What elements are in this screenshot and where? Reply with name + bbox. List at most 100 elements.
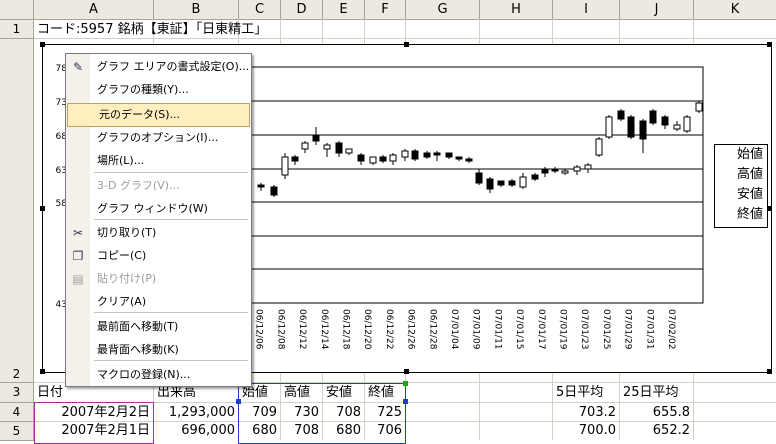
- x-tick-label: 07/01/09: [471, 309, 481, 350]
- candle-body: [508, 180, 516, 186]
- menu-item[interactable]: ❐ コピー(C): [66, 245, 251, 267]
- resize-handle[interactable]: [404, 42, 409, 47]
- x-tick-label: 07/01/17: [536, 309, 546, 349]
- col-header-g[interactable]: G: [406, 0, 480, 19]
- menu-item-label: 切り取り(T): [97, 226, 157, 239]
- cell-avg5[interactable]: 700.0: [553, 421, 616, 440]
- chart-legend[interactable]: 始値 高値 安値 終値: [714, 144, 768, 228]
- candle-body: [465, 158, 473, 162]
- menu-item-label: クリア(A): [97, 295, 147, 308]
- candle-body: [573, 166, 581, 172]
- candle-body: [639, 120, 647, 140]
- resize-handle[interactable]: [40, 369, 45, 374]
- menu-item[interactable]: 元のデータ(S)...: [67, 103, 250, 127]
- legend-high: 高値: [736, 167, 763, 182]
- resize-handle[interactable]: [40, 42, 45, 47]
- col-header-j[interactable]: J: [620, 0, 694, 19]
- legend-close: 終値: [736, 207, 763, 222]
- range-handle[interactable]: [403, 381, 408, 386]
- x-tick-label: 07/01/29: [623, 309, 633, 350]
- menu-item[interactable]: 場所(L)...: [66, 150, 251, 172]
- cell-header-avg25[interactable]: 25日平均: [623, 383, 679, 402]
- cell-avg5[interactable]: 703.2: [553, 403, 616, 422]
- resize-handle[interactable]: [40, 206, 45, 211]
- col-header-f[interactable]: F: [365, 0, 406, 19]
- cell-header-avg5[interactable]: 5日平均: [556, 383, 603, 402]
- candle-body: [595, 138, 603, 156]
- col-header-e[interactable]: E: [323, 0, 365, 19]
- candle-body: [584, 164, 592, 170]
- cell-a1[interactable]: コード:5957 銘柄【東証】「日東精工」: [37, 20, 267, 39]
- menu-item[interactable]: 最前面へ移動(T): [66, 316, 251, 338]
- candle-body: [649, 110, 657, 124]
- x-tick-label: 07/01/11: [492, 309, 502, 349]
- candle-body: [301, 142, 309, 150]
- col-header-c[interactable]: C: [239, 0, 281, 19]
- candle-body: [561, 170, 569, 174]
- col-header-i[interactable]: I: [553, 0, 620, 19]
- menu-separator: [94, 219, 248, 220]
- candle-body: [291, 156, 299, 162]
- col-header-k[interactable]: K: [694, 0, 776, 19]
- row-header-1[interactable]: 1: [0, 20, 34, 39]
- resize-handle[interactable]: [767, 369, 772, 374]
- x-tick-label: 06/12/06: [254, 309, 264, 350]
- col-header-b[interactable]: B: [154, 0, 239, 19]
- row-header-5[interactable]: 5: [0, 422, 34, 441]
- source-range-values: [238, 383, 406, 444]
- resize-handle[interactable]: [767, 42, 772, 47]
- menu-item-label: 元のデータ(S)...: [99, 108, 181, 121]
- cell-header-date[interactable]: 日付: [37, 383, 63, 402]
- range-handle[interactable]: [236, 399, 241, 404]
- x-tick-label: 06/12/14: [319, 309, 329, 350]
- col-header-h[interactable]: H: [480, 0, 553, 19]
- candle-body: [531, 174, 539, 180]
- col-header-d[interactable]: D: [281, 0, 323, 19]
- cell-volume[interactable]: 696,000: [154, 421, 235, 440]
- row-header-2[interactable]: 2: [0, 39, 34, 383]
- column-header-bar: A B C D E F G H I J K: [0, 0, 776, 20]
- legend-open: 始値: [736, 147, 763, 162]
- copy-icon: ❐: [72, 249, 84, 263]
- menu-item[interactable]: ✂ 切り取り(T): [66, 222, 251, 244]
- x-tick-label: 07/01/15: [514, 309, 524, 349]
- candle-body: [401, 150, 409, 158]
- menu-separator: [94, 360, 248, 361]
- x-tick-label: 07/01/19: [558, 309, 568, 350]
- candle-body: [486, 178, 494, 190]
- row-header-4[interactable]: 4: [0, 403, 34, 422]
- resize-handle[interactable]: [767, 206, 772, 211]
- candle-body: [345, 148, 353, 154]
- candle-body: [445, 152, 453, 158]
- menu-item-label: グラフ ウィンドウ(W): [97, 202, 208, 215]
- col-header-a[interactable]: A: [34, 0, 154, 19]
- cell-avg25[interactable]: 652.2: [620, 421, 690, 440]
- menu-item-label: 最背面へ移動(K): [97, 343, 179, 356]
- candle-body: [519, 176, 527, 188]
- select-all-corner[interactable]: [0, 0, 34, 20]
- candle-body: [541, 168, 549, 174]
- row-header-2-label: 2: [12, 367, 21, 381]
- menu-item-label: コピー(C): [97, 249, 147, 262]
- menu-item-label: 場所(L)...: [97, 154, 145, 167]
- menu-item: ▤ 貼り付け(P): [66, 268, 251, 290]
- menu-item[interactable]: グラフのオプション(I)...: [66, 127, 251, 149]
- cell-avg25[interactable]: 655.8: [620, 403, 690, 422]
- menu-item[interactable]: ✎ グラフ エリアの書式設定(O)...: [66, 56, 251, 78]
- menu-item[interactable]: マクロの登録(N)...: [66, 364, 251, 386]
- paste-icon: ▤: [72, 272, 84, 286]
- menu-separator: [94, 172, 248, 173]
- menu-item[interactable]: 最背面へ移動(K): [66, 339, 251, 361]
- x-tick-label: 06/12/18: [341, 309, 351, 350]
- menu-item[interactable]: グラフ ウィンドウ(W): [66, 198, 251, 220]
- x-tick-label: 07/02/02: [666, 309, 676, 349]
- menu-item[interactable]: グラフの種類(Y)...: [66, 79, 251, 101]
- x-tick-label: 06/12/22: [384, 309, 394, 349]
- candle-body: [455, 156, 463, 160]
- candle-body: [605, 116, 613, 138]
- cell-volume[interactable]: 1,293,000: [154, 403, 235, 422]
- resize-handle[interactable]: [404, 369, 409, 374]
- row-header-3[interactable]: 3: [0, 383, 34, 403]
- range-handle[interactable]: [403, 399, 408, 404]
- menu-item[interactable]: クリア(A): [66, 291, 251, 313]
